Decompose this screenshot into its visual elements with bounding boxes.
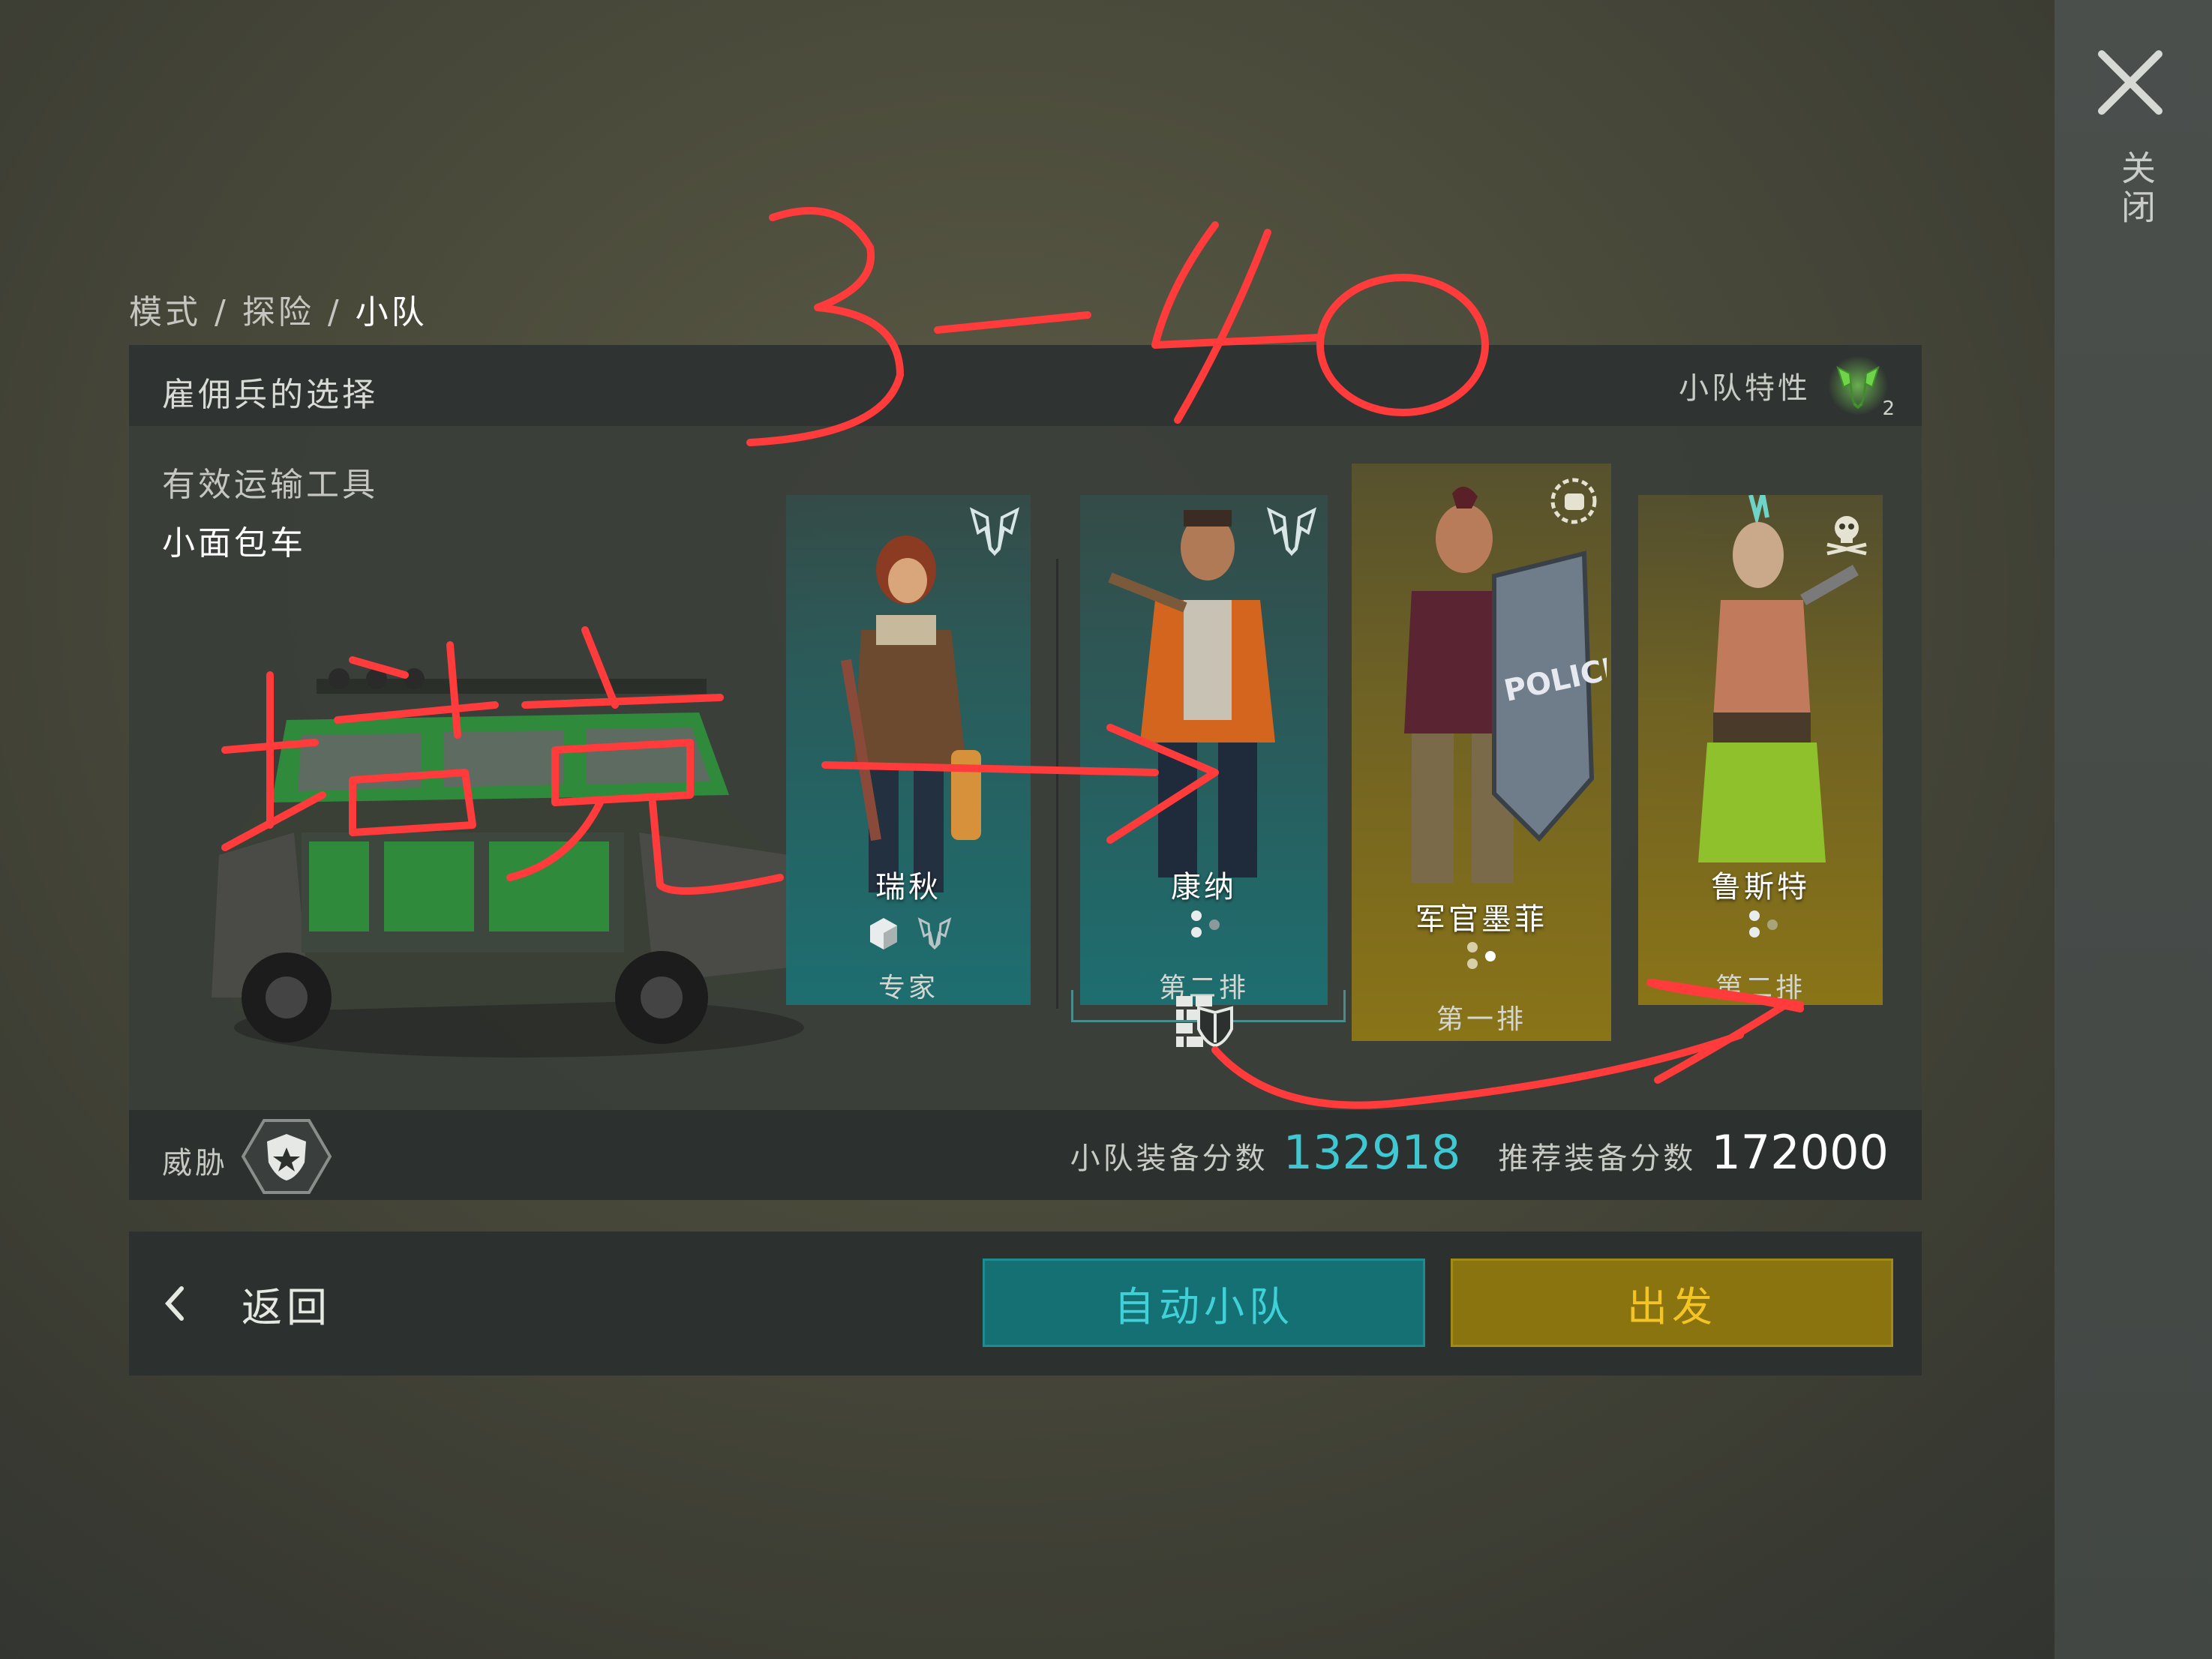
portrait-rust bbox=[1698, 495, 1859, 862]
score-summary: 小队装备分数 132918 推荐装备分数 172000 bbox=[1070, 1125, 1889, 1180]
auto-squad-button[interactable]: 自动小队 bbox=[983, 1258, 1425, 1347]
close-label: 关闭 bbox=[2116, 150, 2156, 228]
squad-trait-icon: 2 bbox=[1824, 354, 1895, 420]
portrait-murphy: POLICE bbox=[1404, 486, 1607, 884]
card-name: 瑞秋 bbox=[875, 870, 941, 904]
portrait-rachel bbox=[841, 536, 981, 892]
row-position-dots bbox=[1743, 906, 1788, 944]
card-row: 第一排 bbox=[1436, 1004, 1526, 1035]
panel-title: 雇佣兵的选择 bbox=[162, 376, 378, 414]
chevron-left-icon bbox=[164, 1286, 184, 1321]
back-label: 返回 bbox=[242, 1283, 332, 1331]
row-position-dots bbox=[1185, 906, 1230, 944]
card-name: 军官墨菲 bbox=[1415, 902, 1547, 937]
van-image[interactable] bbox=[174, 608, 834, 1072]
recommended-score-value: 172000 bbox=[1711, 1125, 1889, 1180]
back-button[interactable]: 返回 bbox=[159, 1269, 332, 1338]
vehicle-label: 有效运输工具 bbox=[162, 466, 378, 504]
wall-shield-icon bbox=[1176, 996, 1233, 1048]
close-button[interactable] bbox=[2093, 45, 2168, 120]
squad-score-label: 小队装备分数 bbox=[1070, 1142, 1268, 1176]
card-name: 康纳 bbox=[1171, 870, 1237, 904]
breadcrumb-explore[interactable]: 探险 bbox=[242, 293, 314, 332]
squad-panel: 雇佣兵的选择 小队特性 2 有效运输工具 小面包车 瑞秋 专家 康纳 第二排 P… bbox=[129, 345, 1922, 1200]
squad-score-value: 132918 bbox=[1283, 1125, 1461, 1180]
mercenary-card-rachel[interactable]: 瑞秋 专家 bbox=[786, 495, 1031, 1005]
breadcrumb-separator: / bbox=[327, 293, 342, 332]
card-row: 专家 bbox=[878, 973, 938, 1004]
mercenary-card-conner[interactable]: 康纳 第二排 bbox=[1080, 495, 1328, 1005]
breadcrumb: 模式 / 探险 / 小队 bbox=[129, 285, 428, 333]
recommended-score-label: 推荐装备分数 bbox=[1498, 1142, 1697, 1176]
squad-trait[interactable]: 小队特性 2 bbox=[1679, 354, 1895, 420]
portrait-conner bbox=[1108, 510, 1275, 878]
threat-label: 威胁 bbox=[162, 1146, 228, 1180]
breadcrumb-mode[interactable]: 模式 bbox=[129, 293, 201, 332]
breadcrumb-squad: 小队 bbox=[355, 293, 428, 332]
annotation-dash bbox=[934, 311, 1091, 334]
divider bbox=[1056, 559, 1058, 1009]
squad-trait-count: 2 bbox=[1882, 398, 1895, 420]
vehicle-name: 小面包车 bbox=[162, 524, 306, 562]
card-row: 第二排 bbox=[1715, 973, 1805, 1004]
breadcrumb-separator: / bbox=[215, 293, 229, 332]
panel-footer: 威胁 小队装备分数 132918 推荐装备分数 172000 bbox=[129, 1110, 1922, 1200]
action-bar: 返回 自动小队 出发 bbox=[129, 1232, 1922, 1376]
depart-button[interactable]: 出发 bbox=[1451, 1258, 1893, 1347]
close-icon bbox=[2098, 50, 2162, 115]
specialist-icons bbox=[870, 917, 952, 950]
mercenary-card-rust[interactable]: 鲁斯特 第二排 bbox=[1638, 495, 1883, 1005]
squad-trait-label: 小队特性 bbox=[1679, 371, 1811, 406]
panel-header: 雇佣兵的选择 小队特性 2 bbox=[129, 345, 1922, 426]
row-position-dots bbox=[1461, 938, 1506, 975]
mercenary-card-murphy[interactable]: POLICE 军官墨菲 第一排 bbox=[1352, 464, 1611, 1041]
police-threat-icon[interactable] bbox=[242, 1118, 332, 1196]
card-name: 鲁斯特 bbox=[1711, 870, 1810, 904]
side-strip bbox=[2054, 0, 2212, 1659]
